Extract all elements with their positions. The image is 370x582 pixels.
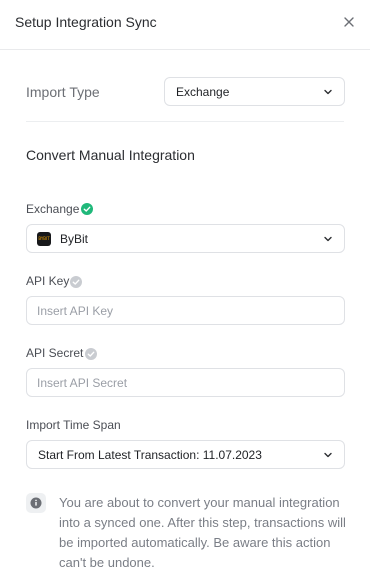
- api-secret-label: API Secret: [26, 346, 84, 360]
- import-type-select[interactable]: Exchange: [164, 77, 345, 106]
- close-icon[interactable]: [339, 12, 359, 32]
- time-span-label: Import Time Span: [26, 418, 121, 432]
- chevron-down-icon: [324, 236, 332, 242]
- api-key-input[interactable]: [26, 296, 345, 325]
- exchange-select[interactable]: BYBIT ByBit: [26, 224, 345, 253]
- dialog-header: Setup Integration Sync: [0, 0, 370, 50]
- api-key-label: API Key: [26, 274, 70, 288]
- time-span-select[interactable]: Start From Latest Transaction: 11.07.202…: [26, 440, 345, 469]
- bybit-logo-icon: BYBIT: [37, 232, 51, 246]
- import-type-label: Import Type: [26, 84, 100, 100]
- chevron-down-icon: [324, 452, 332, 458]
- dialog-title: Setup Integration Sync: [15, 14, 157, 30]
- section-title: Convert Manual Integration: [26, 147, 195, 163]
- exchange-value: ByBit: [60, 232, 89, 246]
- info-icon: [26, 493, 46, 513]
- exchange-label: Exchange: [26, 202, 80, 216]
- api-secret-input[interactable]: [26, 368, 345, 397]
- notice-text: You are about to convert your manual int…: [59, 495, 346, 570]
- section-divider: [26, 121, 344, 122]
- time-span-value: Start From Latest Transaction: 11.07.202…: [38, 448, 262, 462]
- import-type-value: Exchange: [176, 85, 230, 99]
- check-circle-icon: [70, 276, 82, 288]
- check-circle-icon: [81, 203, 93, 215]
- chevron-down-icon: [324, 89, 332, 95]
- check-circle-icon: [85, 348, 97, 360]
